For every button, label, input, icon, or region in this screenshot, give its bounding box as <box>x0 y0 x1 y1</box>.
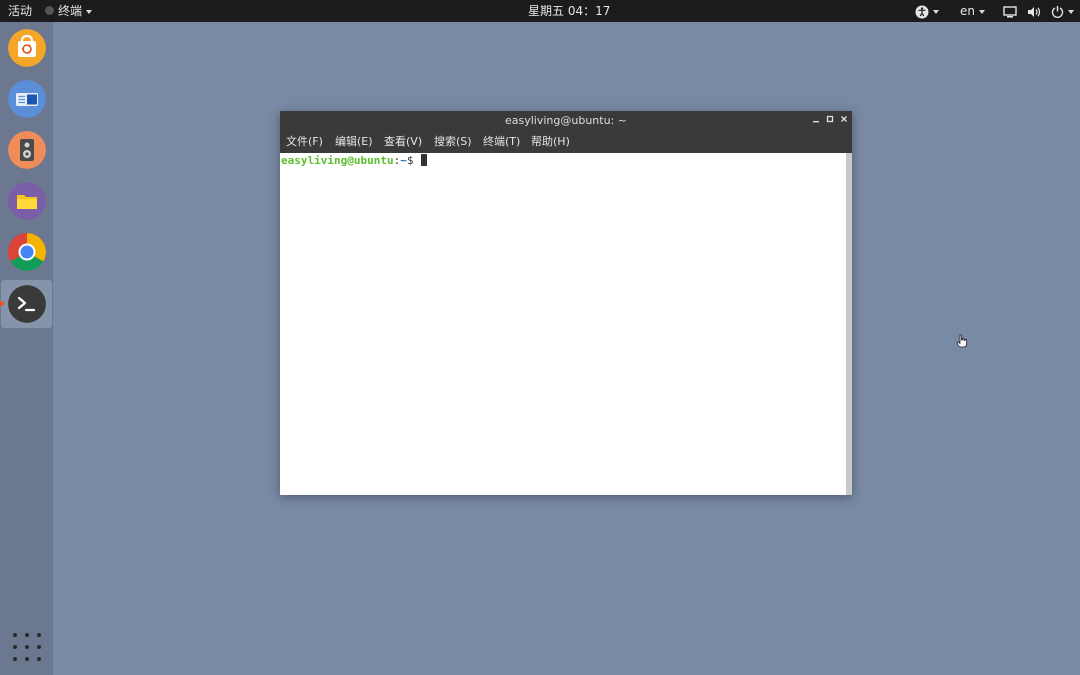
dock <box>0 22 53 675</box>
close-button[interactable] <box>838 111 850 131</box>
menu-help[interactable]: 帮助(H) <box>531 131 570 153</box>
minimize-button[interactable] <box>810 111 822 131</box>
close-icon <box>841 116 847 122</box>
dock-item-software[interactable] <box>1 24 52 72</box>
chevron-down-icon <box>86 9 93 14</box>
menu-terminal[interactable]: 终端(T) <box>483 131 520 153</box>
dock-item-rhythmbox[interactable] <box>1 126 52 174</box>
terminal-window: easyliving@ubuntu: ~ 文件(F) 编辑(E) 查看(V) 搜… <box>280 111 852 495</box>
prompt-user-host: easyliving@ubuntu <box>281 154 394 167</box>
dock-item-terminal[interactable] <box>0 280 52 328</box>
volume-icon <box>1027 6 1040 17</box>
system-menu[interactable] <box>1003 0 1074 22</box>
chrome-icon <box>8 233 46 271</box>
text-cursor <box>421 154 428 166</box>
app-menu[interactable]: 终端 <box>45 0 93 22</box>
maximize-button[interactable] <box>824 111 836 131</box>
dock-item-files[interactable] <box>1 177 52 225</box>
window-title: easyliving@ubuntu: ~ <box>505 114 627 127</box>
chevron-down-icon <box>933 9 939 14</box>
maximize-icon <box>826 115 834 123</box>
prompt-symbol: $ <box>406 154 414 167</box>
chevron-down-icon <box>1067 9 1074 14</box>
clock[interactable]: 星期五 04：17 <box>528 0 610 22</box>
top-bar: 活动 终端 星期五 04：17 en <box>0 0 1080 22</box>
network-icon <box>1003 5 1017 17</box>
menu-search[interactable]: 搜索(S) <box>434 131 472 153</box>
files-icon <box>8 182 46 220</box>
language-menu[interactable]: en <box>960 0 985 22</box>
terminal-text-area[interactable]: easyliving@ubuntu:~$ <box>280 153 846 495</box>
menu-view[interactable]: 查看(V) <box>384 131 422 153</box>
show-apps-icon[interactable] <box>13 633 41 661</box>
chevron-down-icon <box>979 9 985 14</box>
prompt-line: easyliving@ubuntu:~$ <box>281 154 428 168</box>
menu-file[interactable]: 文件(F) <box>286 131 323 153</box>
dock-item-chrome[interactable] <box>1 228 52 276</box>
dock-item-remote[interactable] <box>1 75 52 123</box>
accessibility-menu[interactable] <box>915 0 939 22</box>
terminal-small-icon <box>45 6 54 15</box>
menu-bar: 文件(F) 编辑(E) 查看(V) 搜索(S) 终端(T) 帮助(H) <box>280 131 852 153</box>
power-icon <box>1051 6 1063 18</box>
app-menu-label: 终端 <box>58 4 83 18</box>
window-titlebar[interactable]: easyliving@ubuntu: ~ <box>280 111 852 131</box>
accessibility-icon <box>915 5 929 18</box>
scrollbar[interactable] <box>846 153 852 495</box>
running-indicator <box>0 301 4 306</box>
rhythmbox-icon <box>8 131 46 169</box>
terminal-icon <box>8 285 46 323</box>
remote-desktop-icon <box>8 80 46 118</box>
hand-cursor-icon <box>956 334 967 348</box>
menu-edit[interactable]: 编辑(E) <box>335 131 373 153</box>
ubuntu-software-icon <box>8 29 46 67</box>
language-label: en <box>960 4 975 18</box>
prompt-path: ~ <box>400 154 407 167</box>
minimize-icon <box>813 121 819 123</box>
activities-button[interactable]: 活动 <box>8 0 32 22</box>
